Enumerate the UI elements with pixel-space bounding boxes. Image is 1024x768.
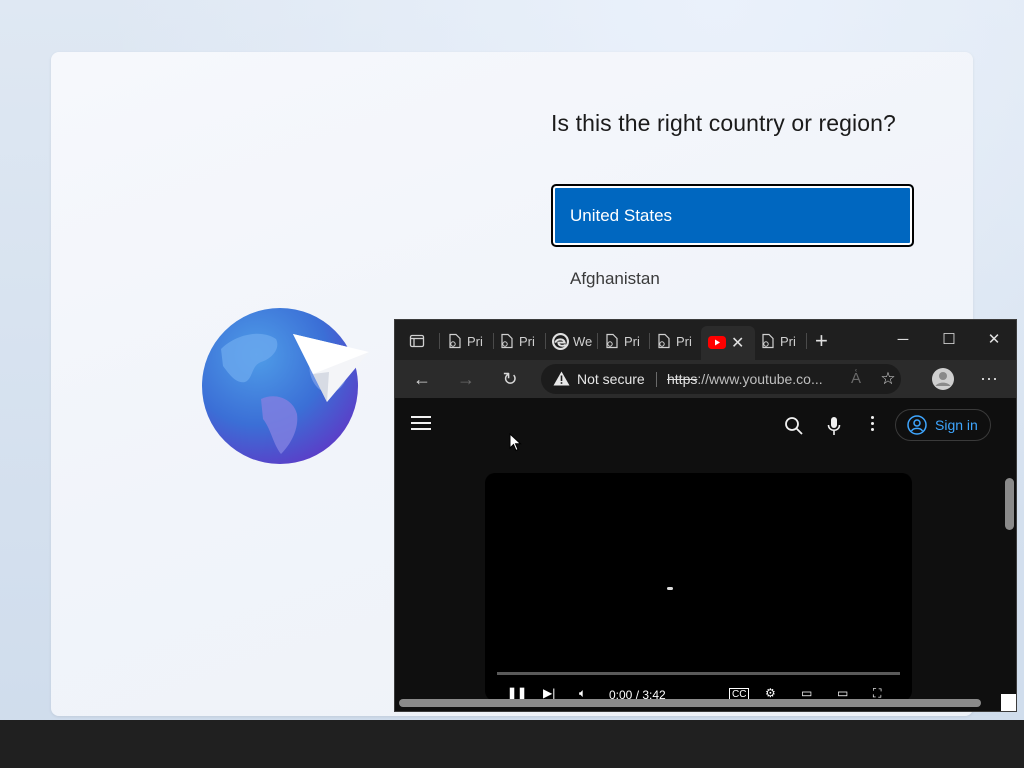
tab-5[interactable]: Pri <box>656 330 692 352</box>
maximize-icon[interactable]: ☐ <box>934 328 964 352</box>
kebab-menu-icon[interactable] <box>871 416 875 431</box>
tab-2-label: Pri <box>519 333 535 349</box>
mouse-cursor-icon <box>509 433 522 452</box>
tab-7-label: Pri <box>780 333 796 349</box>
browser-toolbar: ← → ↻ Not secure https://www.youtube.co.… <box>395 360 1016 399</box>
hamburger-menu-icon[interactable] <box>411 416 431 430</box>
loading-indicator <box>667 587 673 590</box>
add-favorite-icon[interactable]: ☆ <box>875 367 901 391</box>
tab-7[interactable]: Pri <box>760 330 796 352</box>
country-option-selected[interactable]: United States <box>551 184 914 247</box>
horizontal-scrollbar[interactable] <box>399 699 981 707</box>
taskbar <box>0 720 1024 768</box>
youtube-icon <box>708 336 726 349</box>
page-icon <box>449 333 461 349</box>
url-rest: ://www.youtube.co... <box>697 371 823 387</box>
url-text[interactable]: https://www.youtube.co... <box>667 371 832 387</box>
security-label[interactable]: Not secure <box>577 371 645 387</box>
profile-avatar[interactable] <box>930 367 956 391</box>
back-icon[interactable]: ← <box>409 367 435 391</box>
warning-icon <box>553 371 570 386</box>
tab-1-label: Pri <box>467 333 483 349</box>
pause-icon[interactable]: ❚❚ <box>507 686 527 700</box>
edge-icon <box>552 332 569 350</box>
page-icon <box>658 333 670 349</box>
tab-5-label: Pri <box>676 333 692 349</box>
read-aloud-icon[interactable]: A͑ <box>843 367 869 391</box>
close-window-icon[interactable]: ✕ <box>979 328 1009 352</box>
scroll-corner <box>1001 694 1016 711</box>
tab-actions-icon[interactable] <box>409 330 425 352</box>
tab-active-youtube[interactable]: ✕ <box>701 326 755 360</box>
video-player[interactable]: ❚❚ ▶| 🔈︎ 0:00 / 3:42 CC ⚙ ▭ ▭ ⛶ <box>485 473 912 701</box>
minimize-icon[interactable]: ─ <box>888 328 918 352</box>
youtube-page: Sign in ❚❚ ▶| 🔈︎ 0:00 / 3:42 CC ⚙ ▭ ▭ ⛶ <box>395 398 1016 711</box>
theater-mode-icon[interactable]: ▭ <box>837 686 848 700</box>
refresh-icon[interactable]: ↻ <box>497 367 523 391</box>
page-title: Is this the right country or region? <box>551 110 896 136</box>
browser-window: Pri Pri We Pri Pri ✕ Pri + ─ ☐ ✕ ← → ↻ N… <box>394 319 1017 712</box>
address-bar[interactable]: Not secure https://www.youtube.co... A͑ … <box>541 364 901 394</box>
page-icon <box>762 333 774 349</box>
tab-1[interactable]: Pri <box>447 330 483 352</box>
tab-3-label: We <box>573 333 593 349</box>
account-icon <box>907 415 927 435</box>
page-icon <box>501 333 513 349</box>
miniplayer-icon[interactable]: ▭ <box>801 686 812 700</box>
tab-3[interactable]: We <box>552 330 592 352</box>
tab-2[interactable]: Pri <box>499 330 535 352</box>
new-tab-icon[interactable]: + <box>815 328 828 353</box>
search-icon[interactable] <box>784 416 804 436</box>
tab-strip: Pri Pri We Pri Pri ✕ Pri + ─ ☐ ✕ <box>395 320 1016 360</box>
video-progress-bar[interactable] <box>497 672 900 675</box>
globe-illustration <box>202 308 369 464</box>
sign-in-button[interactable]: Sign in <box>895 409 991 441</box>
tab-4-label: Pri <box>624 333 640 349</box>
more-options-icon[interactable]: ⋯ <box>976 367 1002 391</box>
close-tab-icon[interactable]: ✕ <box>731 333 744 353</box>
settings-icon[interactable]: ⚙ <box>765 686 776 700</box>
page-icon <box>606 333 618 349</box>
forward-icon[interactable]: → <box>453 367 479 391</box>
url-scheme: https <box>667 371 698 387</box>
country-option[interactable]: Afghanistan <box>570 269 660 289</box>
sign-in-label: Sign in <box>935 417 978 433</box>
microphone-icon[interactable] <box>827 416 841 436</box>
vertical-scrollbar[interactable] <box>1005 478 1014 530</box>
next-icon[interactable]: ▶| <box>543 686 555 700</box>
tab-4[interactable]: Pri <box>604 330 640 352</box>
